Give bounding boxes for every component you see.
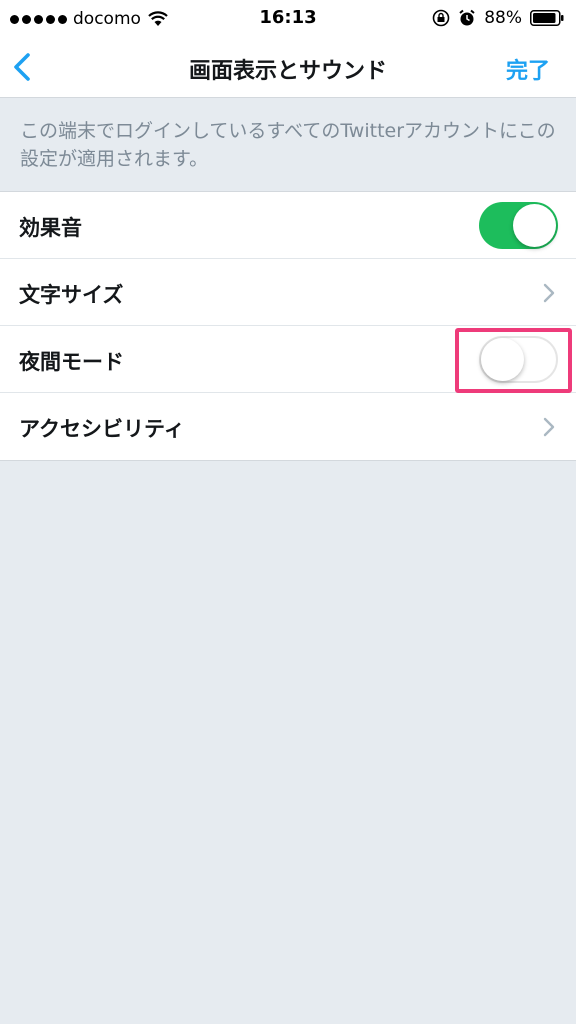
alarm-icon [459,9,475,26]
settings-description: この端末でログインしているすべてのTwitterアカウントにこの設定が適用されま… [20,120,556,170]
setting-label: アクセシビリティ [19,417,185,441]
setting-row-accessibility[interactable]: アクセシビリティ [0,393,576,460]
setting-label: 夜間モード [19,350,124,374]
toggle-knob [513,204,556,247]
battery-percent: 88% [484,8,522,28]
orientation-lock-icon [432,9,450,27]
setting-label: 効果音 [19,216,82,240]
chevron-right-icon [543,283,555,303]
settings-list: 効果音 文字サイズ 夜間モード アクセシビリティ [0,191,576,461]
navigation-bar: 画面表示とサウンド 完了 [0,40,576,98]
setting-row-text-size[interactable]: 文字サイズ [0,259,576,326]
page-title: 画面表示とサウンド [188,59,387,84]
highlight-annotation [455,328,572,393]
battery-icon [530,10,564,26]
sound-effects-toggle[interactable] [479,202,558,249]
status-right: 88% [432,8,564,28]
chevron-right-icon [543,417,555,437]
setting-row-sound-effects: 効果音 [0,192,576,259]
setting-label: 文字サイズ [19,283,124,307]
status-bar: docomo 16:13 88% [0,0,576,40]
done-button[interactable]: 完了 [506,53,550,85]
